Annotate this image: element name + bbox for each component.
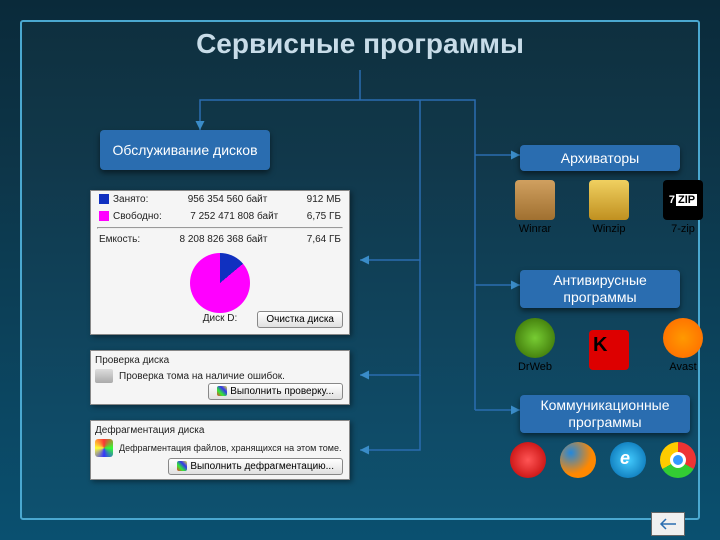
list-item: DrWeb [510,318,560,373]
ie-icon: e [610,442,646,478]
category-archivers: Архиваторы [520,145,680,171]
defrag-desc: Дефрагментация файлов, хранящихся на это… [119,443,342,453]
disk-icon [95,369,113,383]
defrag-icon [95,439,113,457]
7zip-icon: 7ZIP [663,180,703,220]
check-disk-title: Проверка диска [95,355,345,366]
run-defrag-button[interactable]: Выполнить дефрагментацию... [168,458,343,475]
category-disk-maintenance: Обслуживание дисков [100,130,270,170]
list-item: Winzip [584,180,634,235]
avast-icon [663,318,703,358]
antivirus-icons: DrWeb K Avast [510,318,708,373]
free-human: 6,75 ГБ [307,211,341,222]
free-label: Свободно: [113,211,162,222]
defrag-title: Дефрагментация диска [95,425,345,436]
used-human: 912 МБ [307,194,341,205]
icon-label: 7-zip [671,223,695,235]
used-label: Занято: [113,194,148,205]
firefox-icon [560,442,596,478]
check-disk-desc: Проверка тома на наличие ошибок. [119,371,285,382]
shield-icon [177,461,187,471]
list-item: K [584,330,634,373]
capacity-label: Емкость: [99,234,140,245]
list-item: Avast [658,318,708,373]
winzip-icon [589,180,629,220]
drweb-icon [515,318,555,358]
winrar-icon [515,180,555,220]
disk-pie-chart [190,253,250,313]
kaspersky-icon: K [589,330,629,370]
prev-slide-button[interactable] [651,512,685,536]
free-bytes: 7 252 471 808 байт [190,211,278,222]
check-disk-panel: Проверка диска Проверка тома на наличие … [90,350,350,405]
run-check-button[interactable]: Выполнить проверку... [208,383,343,400]
icon-label: Winrar [519,223,551,235]
capacity-bytes: 8 208 826 368 байт [179,234,267,245]
icon-label: Avast [669,361,696,373]
list-item: 7ZIP 7-zip [658,180,708,235]
category-antivirus: Антивирусные программы [520,270,680,308]
archiver-icons: Winrar Winzip 7ZIP 7-zip [510,180,708,235]
opera-icon [510,442,546,478]
icon-label: Winzip [592,223,625,235]
used-bytes: 956 354 560 байт [188,194,268,205]
capacity-human: 7,64 ГБ [307,234,341,245]
category-communication: Коммуникационные программы [520,395,690,433]
disk-usage-panel: Занято: 956 354 560 байт 912 МБ Свободно… [90,190,350,335]
icon-label: DrWeb [518,361,552,373]
shield-icon [217,386,227,396]
list-item: Winrar [510,180,560,235]
slide-title: Сервисные программы [0,28,720,60]
disk-cleanup-button[interactable]: Очистка диска [257,311,343,328]
browser-icons: e [510,442,696,478]
defrag-panel: Дефрагментация диска Дефрагментация файл… [90,420,350,480]
chrome-icon [660,442,696,478]
